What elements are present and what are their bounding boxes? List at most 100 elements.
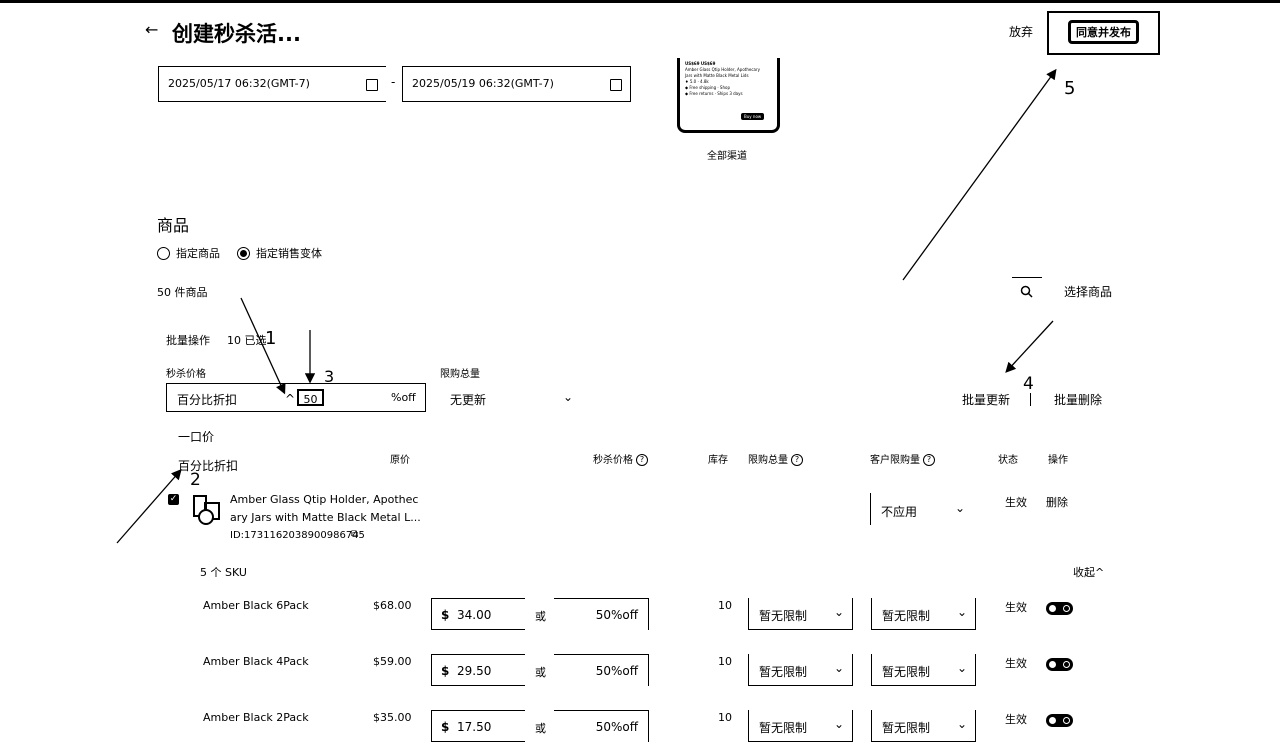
publish-button[interactable]: 同意并发布 [1068, 20, 1139, 44]
sku-price-input[interactable]: $ 17.50 [431, 710, 525, 742]
product-name-line2[interactable]: ary Jars with Matte Black Metal L... [230, 511, 421, 525]
sku-percent-input[interactable]: 50%off [554, 710, 649, 742]
divider [1030, 393, 1031, 406]
sku-price-input[interactable]: $ 34.00 [431, 598, 525, 630]
product-thumbnail [190, 492, 222, 525]
col-status: 状态 [998, 455, 1018, 466]
select-border [870, 493, 871, 525]
sku-stock: 10 [718, 655, 732, 668]
sku-status: 生效 [1005, 601, 1027, 614]
calendar-icon[interactable] [366, 79, 378, 91]
chevron-down-icon[interactable]: ⌄ [834, 717, 844, 731]
sku-percent: 50%off [595, 608, 638, 622]
option-fixed-price[interactable]: 一口价 [178, 428, 214, 445]
product-checkbox[interactable]: ✓ [168, 494, 179, 505]
radio-specified-variants[interactable] [237, 247, 250, 260]
option-percent-discount[interactable]: 百分比折扣 [178, 457, 238, 474]
sku-flash-price: 34.00 [457, 608, 492, 622]
flash-price-label: 秒杀价格 [166, 369, 206, 380]
back-arrow-icon[interactable]: ← [145, 20, 158, 39]
sku-per-customer-value: 暂无限制 [882, 665, 931, 679]
page-title: 创建秒杀活... [172, 22, 301, 46]
arrow-2 [116, 469, 182, 544]
sku-toggle[interactable] [1046, 658, 1073, 671]
sku-limit-value: 暂无限制 [759, 609, 808, 623]
arrow-4 [1005, 320, 1054, 373]
discount-value-input[interactable]: 50 [297, 389, 324, 406]
collapse-button[interactable]: 收起^ [1073, 564, 1104, 580]
chevron-down-icon[interactable]: ⌄ [957, 717, 967, 731]
start-date-field[interactable]: 2025/05/17 06:32(GMT-7) [158, 66, 386, 102]
sku-percent: 50%off [595, 720, 638, 734]
radio-specified-label: 指定商品 [176, 247, 220, 260]
batch-delete-button[interactable]: 批量删除 [1054, 391, 1102, 408]
batch-update-button[interactable]: 批量更新 [962, 391, 1010, 408]
limit-select[interactable]: 无更新 [450, 391, 486, 408]
chevron-down-icon[interactable]: ⌄ [955, 501, 965, 515]
sku-original-price: $35.00 [373, 711, 412, 724]
sku-status: 生效 [1005, 657, 1027, 670]
sku-flash-price: 17.50 [457, 720, 492, 734]
product-delete-button[interactable]: 删除 [1046, 494, 1068, 510]
sku-limit-select[interactable]: 暂无限制 ⌄ [748, 654, 853, 686]
col-action: 操作 [1048, 455, 1068, 466]
search-underline [1012, 277, 1042, 278]
sku-limit-select[interactable]: 暂无限制 ⌄ [748, 710, 853, 742]
products-heading: 商品 [157, 216, 190, 235]
preview-buy-button: Buy now [741, 113, 765, 120]
sku-name: Amber Black 4Pack [203, 655, 309, 668]
sku-per-customer-select[interactable]: 暂无限制 ⌄ [871, 598, 976, 630]
select-products-button[interactable]: 选择商品 [1064, 283, 1112, 300]
sku-original-price: $59.00 [373, 655, 412, 668]
preview-lines: US$69 US$69 Amber Glass Qtip Holder, Apo… [685, 61, 760, 96]
per-customer-select[interactable]: 不应用 [881, 503, 917, 520]
batch-label: 批量操作 [166, 334, 210, 347]
chevron-down-icon[interactable]: ⌄ [957, 661, 967, 675]
or-label: 或 [535, 666, 546, 679]
sku-status: 生效 [1005, 713, 1027, 726]
chevron-down-icon[interactable]: ⌄ [834, 661, 844, 675]
sku-flash-price: 29.50 [457, 664, 492, 678]
sku-percent-input[interactable]: 50%off [554, 654, 649, 686]
chevron-down-icon[interactable]: ⌄ [563, 390, 573, 404]
calendar-icon[interactable] [610, 79, 622, 91]
sku-price-input[interactable]: $ 29.50 [431, 654, 525, 686]
channel-preview: US$69 US$69 Amber Glass Qtip Holder, Apo… [677, 58, 780, 133]
end-date-field[interactable]: 2025/05/19 06:32(GMT-7) [402, 66, 631, 102]
sku-stock: 10 [718, 599, 732, 612]
top-border [0, 0, 1280, 3]
help-icon: ? [636, 454, 648, 466]
chevron-down-icon[interactable]: ⌄ [834, 605, 844, 619]
sku-name: Amber Black 2Pack [203, 711, 309, 724]
radio-specified-products[interactable] [157, 247, 170, 260]
preview-caption: 全部渠道 [707, 151, 747, 162]
help-icon: ? [791, 454, 803, 466]
col-per-customer: 客户限购量? [870, 451, 935, 466]
annotation-2: 2 [190, 470, 201, 490]
or-label: 或 [535, 610, 546, 623]
currency-symbol: $ [441, 664, 450, 678]
product-name-line1[interactable]: Amber Glass Qtip Holder, Apothec [230, 493, 418, 507]
chevron-up-icon[interactable]: ^ [285, 392, 295, 406]
sku-limit-select[interactable]: 暂无限制 ⌄ [748, 598, 853, 630]
col-limit-total: 限购总量? [748, 451, 803, 466]
col-stock: 库存 [708, 455, 728, 466]
start-date-value: 2025/05/17 06:32(GMT-7) [168, 77, 310, 90]
sku-per-customer-value: 暂无限制 [882, 609, 931, 623]
sku-original-price: $68.00 [373, 599, 412, 612]
sku-toggle[interactable] [1046, 714, 1073, 727]
search-icon[interactable] [1020, 285, 1034, 299]
sku-toggle[interactable] [1046, 602, 1073, 615]
help-icon: ? [923, 454, 935, 466]
sku-per-customer-select[interactable]: 暂无限制 ⌄ [871, 710, 976, 742]
discount-type-select[interactable]: 百分比折扣 [177, 391, 237, 408]
chevron-down-icon[interactable]: ⌄ [957, 605, 967, 619]
sku-percent-input[interactable]: 50%off [554, 598, 649, 630]
copy-icon[interactable]: ⧉ [351, 529, 358, 540]
sku-percent: 50%off [595, 664, 638, 678]
annotation-5: 5 [1064, 78, 1076, 99]
sku-limit-value: 暂无限制 [759, 665, 808, 679]
product-count: 50 件商品 [157, 286, 208, 299]
sku-per-customer-select[interactable]: 暂无限制 ⌄ [871, 654, 976, 686]
discard-button[interactable]: 放弃 [1009, 23, 1033, 40]
